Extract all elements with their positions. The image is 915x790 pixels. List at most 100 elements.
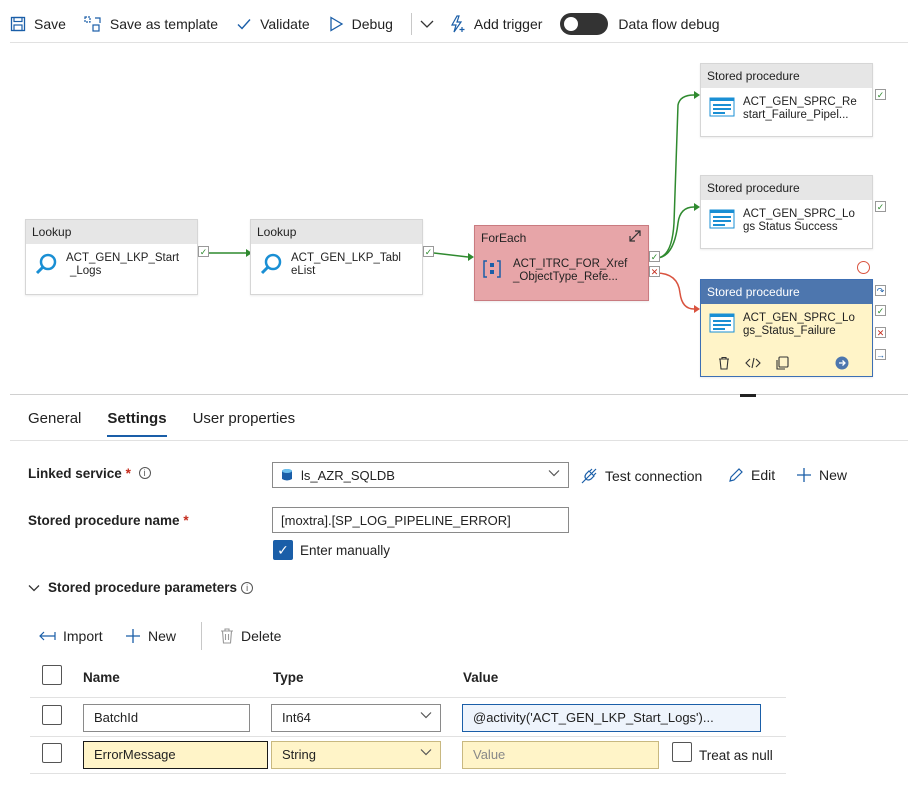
- chevron-down-icon: [420, 747, 432, 759]
- activity-name-line2: _ObjectType_Refe...: [513, 271, 618, 283]
- activity-type-label: Lookup: [251, 220, 422, 244]
- activity-name-line1: ACT_GEN_SPRC_Re: [743, 96, 857, 108]
- stored-procedure-activity-restart[interactable]: Stored procedure ACT_GEN_SPRC_Re start_F…: [700, 63, 873, 137]
- data-flow-debug-toggle[interactable]: [560, 13, 609, 35]
- new-parameter-button[interactable]: New: [125, 628, 176, 644]
- column-header-value: Value: [463, 670, 499, 685]
- enter-manually-label: Enter manually: [300, 543, 391, 558]
- tab-settings[interactable]: Settings: [107, 410, 167, 437]
- toolbar-divider: [410, 13, 412, 35]
- stored-procedure-activity-success[interactable]: Stored procedure ACT_GEN_SPRC_Lo gs Stat…: [700, 175, 873, 249]
- activity-type-label: ForEach: [475, 226, 648, 250]
- save-as-template-button[interactable]: Save as template: [84, 16, 218, 32]
- stored-procedure-name-input[interactable]: [moxtra].[SP_LOG_PIPELINE_ERROR]: [272, 507, 569, 533]
- code-icon[interactable]: [745, 356, 761, 373]
- param-value-input[interactable]: @activity('ACT_GEN_LKP_Start_Logs')...: [462, 704, 761, 732]
- save-button[interactable]: Save: [10, 16, 66, 32]
- info-icon[interactable]: i: [241, 581, 254, 594]
- param-name-input[interactable]: ErrorMessage: [83, 741, 268, 769]
- success-output-icon[interactable]: ✓: [649, 251, 660, 262]
- activity-name-line1: ACT_GEN_LKP_Start: [66, 252, 180, 264]
- table-header-divider: [30, 697, 786, 698]
- parameters-label: Stored procedure parameters: [48, 580, 238, 595]
- save-label: Save: [34, 16, 66, 32]
- debug-options-dropdown[interactable]: [420, 16, 434, 32]
- row-checkbox[interactable]: [42, 743, 62, 763]
- chevron-down-icon: [548, 468, 560, 480]
- copy-icon[interactable]: [775, 356, 789, 373]
- chevron-down-icon: [420, 16, 434, 32]
- tab-general[interactable]: General: [28, 410, 81, 437]
- delete-parameter-button[interactable]: Delete: [220, 628, 281, 644]
- column-header-type: Type: [273, 670, 304, 685]
- plus-icon: [796, 467, 812, 483]
- debug-button[interactable]: Debug: [328, 16, 393, 32]
- failure-output-icon[interactable]: ✕: [649, 266, 660, 277]
- enter-manually-checkbox[interactable]: ✓: [273, 540, 293, 560]
- lookup-search-icon: [259, 252, 283, 280]
- param-new-label: New: [148, 628, 177, 644]
- treat-as-null-checkbox[interactable]: [672, 742, 692, 762]
- skip-output-icon[interactable]: ↷: [875, 285, 886, 296]
- param-name-input[interactable]: BatchId: [83, 704, 250, 732]
- splitter-handle[interactable]: [740, 394, 756, 397]
- treat-as-null-label: Treat as null: [699, 748, 773, 763]
- completion-output-icon[interactable]: →: [875, 349, 886, 360]
- add-trigger-button[interactable]: Add trigger: [448, 15, 542, 33]
- test-connection-button[interactable]: Test connection: [580, 467, 702, 485]
- save-as-template-label: Save as template: [109, 16, 219, 32]
- delete-icon[interactable]: [717, 356, 731, 373]
- new-linked-service-button[interactable]: New: [796, 467, 847, 483]
- validate-button[interactable]: Validate: [236, 16, 310, 32]
- row-checkbox[interactable]: [42, 705, 62, 725]
- validate-label: Validate: [260, 16, 310, 32]
- import-label: Import: [63, 628, 103, 644]
- stored-procedure-name-value: [moxtra].[SP_LOG_PIPELINE_ERROR]: [281, 512, 511, 528]
- activity-type-label: Stored procedure: [701, 176, 872, 200]
- import-parameters-button[interactable]: Import: [38, 628, 103, 644]
- param-type-select[interactable]: String: [271, 741, 441, 769]
- linked-service-select[interactable]: ls_AZR_SQLDB: [272, 462, 569, 488]
- toolbar-divider: [201, 622, 202, 650]
- go-to-output-icon[interactable]: [835, 356, 849, 373]
- param-type-select[interactable]: Int64: [271, 704, 441, 732]
- pipeline-canvas[interactable]: Lookup ACT_GEN_LKP_Start _Logs ✓ Lookup …: [10, 42, 908, 394]
- tab-user-properties[interactable]: User properties: [193, 410, 296, 437]
- template-icon: [84, 16, 102, 32]
- foreach-loop-icon: [483, 258, 505, 284]
- select-all-checkbox[interactable]: [42, 665, 62, 685]
- edit-linked-service-button[interactable]: Edit: [728, 467, 775, 483]
- foreach-activity[interactable]: ForEach ACT_ITRC_FOR_Xref _ObjectType_Re…: [474, 225, 649, 301]
- stored-procedure-icon: [709, 312, 735, 338]
- stored-procedure-name-label: Stored procedure name *: [28, 513, 189, 528]
- linked-service-label-text: Linked service: [28, 466, 122, 481]
- param-value-input[interactable]: Value: [462, 741, 659, 769]
- activity-name-line1: ACT_ITRC_FOR_Xref: [513, 258, 628, 270]
- panel-splitter[interactable]: [10, 394, 908, 395]
- success-output-icon[interactable]: ✓: [198, 246, 209, 257]
- failure-output-icon[interactable]: ✕: [875, 327, 886, 338]
- activity-name-line1: ACT_GEN_LKP_Tabl: [291, 252, 401, 264]
- activity-name-line2: gs_Status_Failure: [743, 325, 836, 337]
- lookup-activity-start-logs[interactable]: Lookup ACT_GEN_LKP_Start _Logs: [25, 219, 198, 295]
- activity-name-line1: ACT_GEN_SPRC_Lo: [743, 208, 855, 220]
- pencil-icon: [728, 467, 744, 483]
- success-output-icon[interactable]: ✓: [875, 201, 886, 212]
- lookup-activity-table-list[interactable]: Lookup ACT_GEN_LKP_Tabl eList: [250, 219, 423, 295]
- test-connection-label: Test connection: [605, 468, 703, 484]
- stored-procedure-icon: [709, 96, 735, 122]
- error-indicator-icon: [857, 261, 870, 274]
- activity-type-label: Lookup: [26, 220, 197, 244]
- required-marker: *: [183, 513, 189, 528]
- success-output-icon[interactable]: ✓: [875, 305, 886, 316]
- play-icon: [328, 16, 344, 32]
- activity-name-line2: start_Failure_Pipel...: [743, 109, 849, 121]
- activity-name-line1: ACT_GEN_SPRC_Lo: [743, 312, 855, 324]
- stored-procedure-activity-failure[interactable]: Stored procedure ACT_GEN_SPRC_Lo gs_Stat…: [700, 279, 873, 377]
- expand-icon[interactable]: [628, 229, 642, 246]
- success-output-icon[interactable]: ✓: [423, 246, 434, 257]
- stored-procedure-parameters-toggle[interactable]: Stored procedure parameters i: [28, 580, 254, 595]
- success-output-icon[interactable]: ✓: [875, 89, 886, 100]
- chevron-down-icon: [28, 584, 40, 592]
- info-icon[interactable]: i: [138, 467, 151, 479]
